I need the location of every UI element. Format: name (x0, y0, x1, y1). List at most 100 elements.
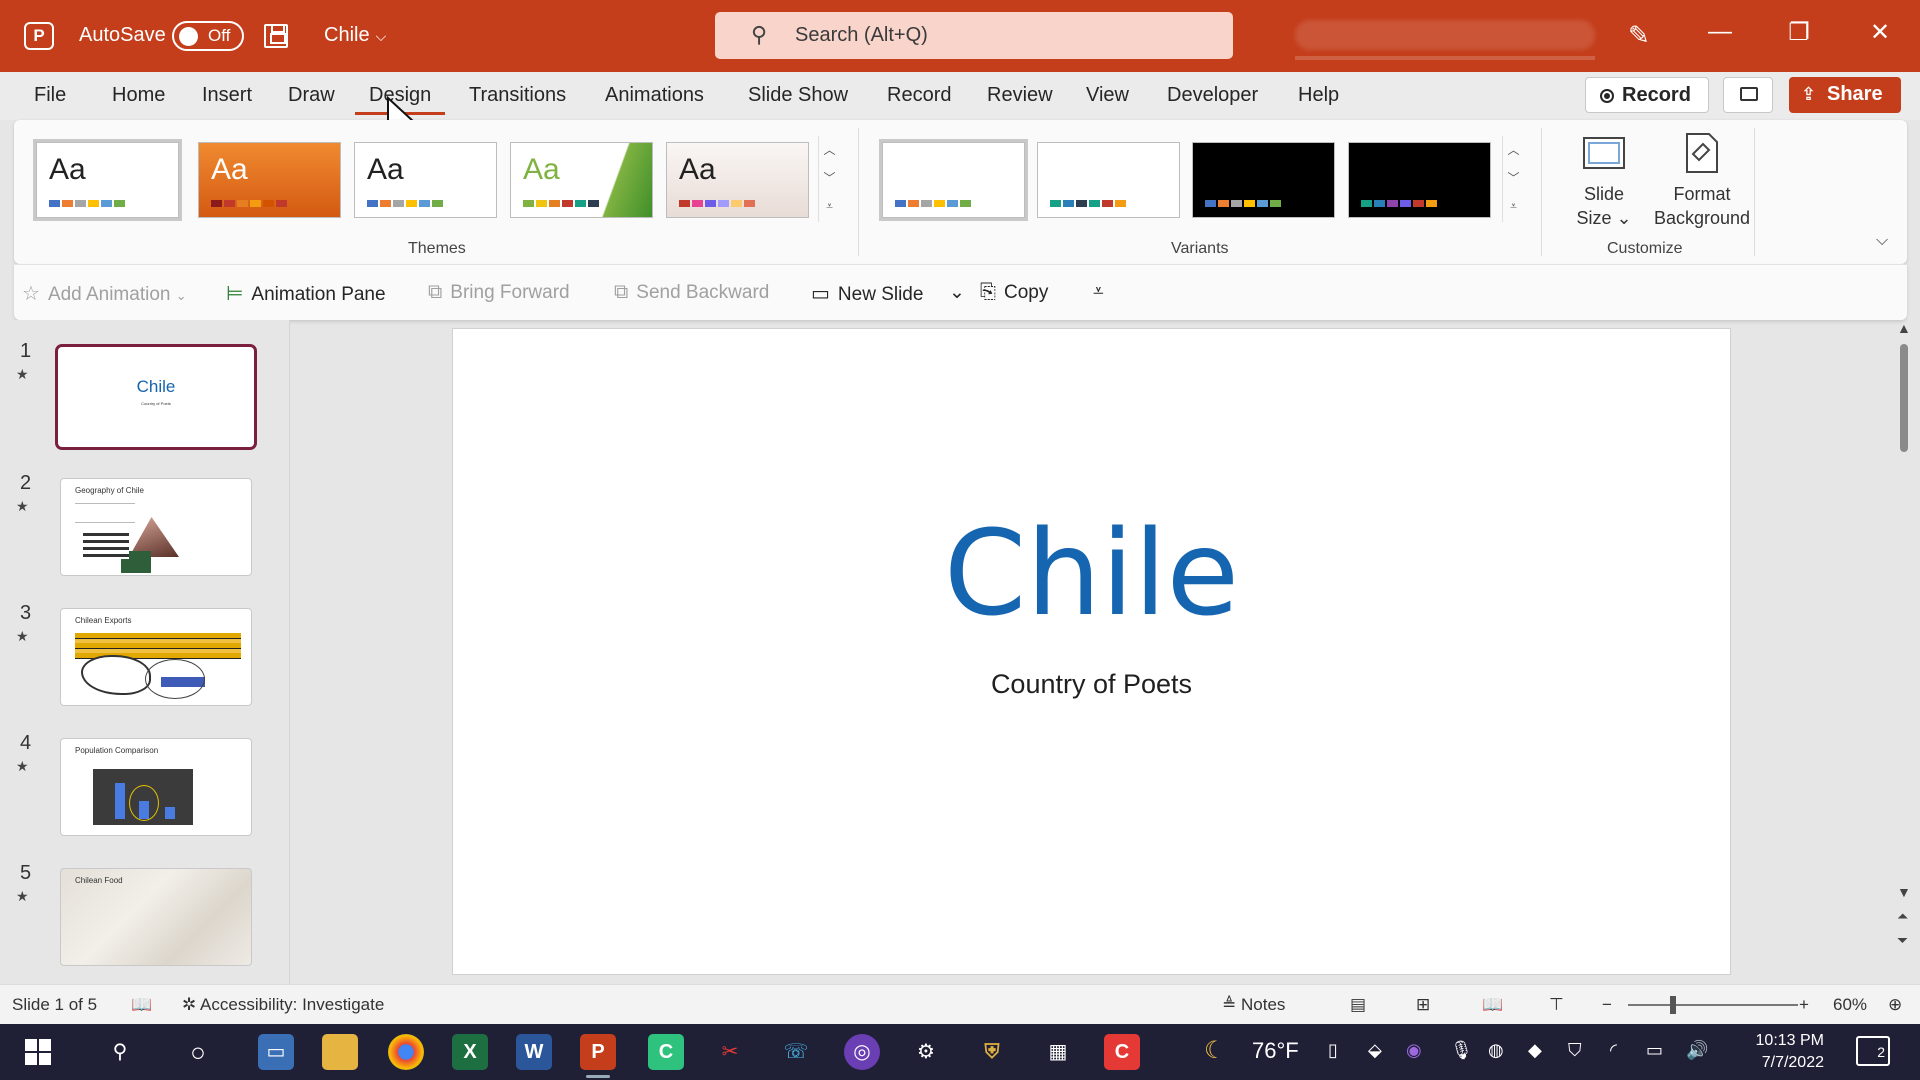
shield-app-icon[interactable]: ⛨ (974, 1034, 1010, 1070)
spelling-icon[interactable]: 📖 (131, 995, 152, 1015)
record-button[interactable]: Record (1585, 77, 1709, 113)
search-input[interactable]: ⚲ Search (Alt+Q) (715, 12, 1233, 59)
clipboard-icon[interactable]: ▯ (1328, 1040, 1338, 1061)
share-button[interactable]: ⇪ Share (1789, 77, 1901, 113)
ribbon-collapse-chevron-icon[interactable]: ⌵ (1876, 232, 1888, 250)
tab-developer[interactable]: Developer (1167, 84, 1258, 107)
diamond-tray-icon[interactable]: ◆ (1528, 1040, 1542, 1061)
camtasia-icon[interactable]: C (648, 1034, 684, 1070)
variants-gallery-scroll[interactable]: ︿ ﹀ ⩡ (1502, 136, 1524, 222)
variant-option-4[interactable] (1348, 142, 1491, 218)
slide-thumbnail-3[interactable]: Chilean Exports (60, 608, 252, 706)
camtasia-recorder-icon[interactable]: C (1104, 1034, 1140, 1070)
battery-icon[interactable]: ▭ (1646, 1040, 1663, 1061)
variants-more-icon[interactable]: ⩡ (1503, 192, 1524, 220)
zoom-out-icon[interactable]: − (1602, 995, 1612, 1015)
slide-thumbnail-2[interactable]: Geography of Chile (60, 478, 252, 576)
customize-toolbar-icon[interactable]: ⩡ (1093, 281, 1104, 303)
cortana-icon[interactable]: ○ (180, 1034, 216, 1070)
weather-moon-icon[interactable]: ☾ (1204, 1036, 1226, 1065)
file-explorer-icon[interactable] (322, 1034, 358, 1070)
obs-tray-icon[interactable]: ◉ (1406, 1040, 1422, 1061)
comments-button[interactable] (1723, 77, 1773, 113)
account-area[interactable] (1295, 20, 1595, 50)
zoom-level[interactable]: 60% (1833, 995, 1867, 1015)
theme-option-3[interactable]: Aa (354, 142, 497, 218)
close-button[interactable]: ✕ (1865, 18, 1895, 47)
scrollbar-thumb[interactable] (1900, 344, 1908, 452)
slide-sorter-icon[interactable]: ⊞ (1416, 995, 1430, 1015)
weather-temperature[interactable]: 76°F (1252, 1038, 1299, 1064)
wifi-icon[interactable]: ◜ (1610, 1040, 1617, 1061)
theme-option-5[interactable]: Aa (666, 142, 809, 218)
obs-icon[interactable]: ◎ (844, 1034, 880, 1070)
send-backward-button[interactable]: ⧉ Send Backward (614, 281, 769, 304)
theme-option-2[interactable]: Aa (198, 142, 341, 218)
tab-review[interactable]: Review (987, 84, 1053, 107)
theme-option-1[interactable]: Aa (33, 139, 182, 221)
variants-up-icon[interactable]: ︿ (1503, 136, 1524, 164)
add-animation-button[interactable]: ☆ Add Animation ⌄ (22, 281, 187, 306)
chrome-icon[interactable] (388, 1034, 424, 1070)
slideshow-view-icon[interactable]: ⊤ (1549, 995, 1564, 1015)
powerpoint-icon[interactable]: P (580, 1034, 616, 1078)
theme-option-4[interactable]: Aa (510, 142, 653, 218)
desktop-app-icon[interactable]: ▭ (258, 1034, 294, 1070)
tab-insert[interactable]: Insert (202, 84, 252, 107)
gallery-up-icon[interactable]: ︿ (819, 136, 840, 164)
tab-record[interactable]: Record (887, 84, 951, 107)
gallery-down-icon[interactable]: ﹀ (819, 164, 840, 192)
slide-subtitle[interactable]: Country of Poets (453, 669, 1730, 700)
notes-button[interactable]: ≜ Notes (1222, 995, 1285, 1015)
slide-thumbnail-4[interactable]: Population Comparison (60, 738, 252, 836)
normal-view-icon[interactable]: ▤ (1350, 995, 1366, 1015)
next-slide-icon[interactable]: ⏷ (1897, 932, 1908, 949)
tab-slide-show[interactable]: Slide Show (748, 84, 848, 107)
scroll-down-icon[interactable]: ▼ (1897, 884, 1911, 900)
document-title[interactable]: Chile ⌵ (324, 24, 386, 47)
steam-icon[interactable]: ⚙ (908, 1034, 944, 1070)
copy-button[interactable]: ⎘ Copy (980, 281, 1048, 304)
snipping-tool-icon[interactable]: ✂ (712, 1034, 748, 1070)
reading-view-icon[interactable]: 📖 (1482, 995, 1503, 1015)
slide-thumbnail-5[interactable]: Chilean Food (60, 868, 252, 966)
new-slide-button[interactable]: ▭ New Slide (811, 281, 923, 306)
fit-slide-icon[interactable]: ⊕ (1888, 995, 1902, 1015)
tab-transitions[interactable]: Transitions (469, 84, 566, 107)
variants-down-icon[interactable]: ﹀ (1503, 164, 1524, 192)
volume-icon[interactable]: 🔊 (1686, 1040, 1708, 1061)
search-icon[interactable]: ⚲ (102, 1034, 138, 1070)
save-icon[interactable] (264, 24, 288, 48)
windows-start-icon[interactable] (20, 1034, 56, 1070)
previous-slide-icon[interactable]: ⏶ (1897, 908, 1908, 925)
restore-button[interactable]: ❐ (1784, 18, 1814, 47)
tab-file[interactable]: File (34, 84, 66, 107)
tab-animations[interactable]: Animations (605, 84, 704, 107)
bring-forward-button[interactable]: ⧉ Bring Forward (428, 281, 570, 304)
format-background-button[interactable]: Format Background (1632, 130, 1772, 230)
pen-icon[interactable]: ✎ (1628, 20, 1650, 51)
variant-option-1[interactable] (879, 139, 1028, 221)
tab-draw[interactable]: Draw (288, 84, 335, 107)
variant-option-3[interactable] (1192, 142, 1335, 218)
dropbox-icon[interactable]: ⬙ (1368, 1040, 1382, 1061)
zoom-in-icon[interactable]: + (1799, 995, 1809, 1015)
security-shield-icon[interactable]: ⛉ (1568, 1040, 1582, 1061)
slide-canvas[interactable]: Chile Country of Poets (452, 328, 1731, 975)
accessibility-status[interactable]: ✲ Accessibility: Investigate (182, 995, 384, 1015)
excel-icon[interactable]: X (452, 1034, 488, 1070)
variant-option-2[interactable] (1037, 142, 1180, 218)
autosave-toggle[interactable]: Off (172, 21, 244, 51)
slide-thumbnail-1[interactable]: Chile Country of Poets (55, 344, 257, 450)
notification-center-icon[interactable]: 2 (1856, 1036, 1890, 1066)
chrome-tray-icon[interactable]: ◍ (1488, 1040, 1504, 1061)
slide-title[interactable]: Chile (453, 504, 1730, 642)
themes-gallery-scroll[interactable]: ︿ ﹀ ⩡ (818, 136, 840, 222)
slide-scrollbar[interactable]: ▲ ▼ ⏶ ⏷ (1893, 320, 1917, 984)
minimize-button[interactable]: — (1705, 18, 1735, 46)
word-icon[interactable]: W (516, 1034, 552, 1070)
gallery-more-icon[interactable]: ⩡ (819, 192, 840, 220)
zoom-slider[interactable] (1628, 1004, 1798, 1006)
new-slide-dropdown[interactable]: ⌄ (949, 281, 965, 304)
zoom-slider-thumb[interactable] (1670, 996, 1676, 1014)
